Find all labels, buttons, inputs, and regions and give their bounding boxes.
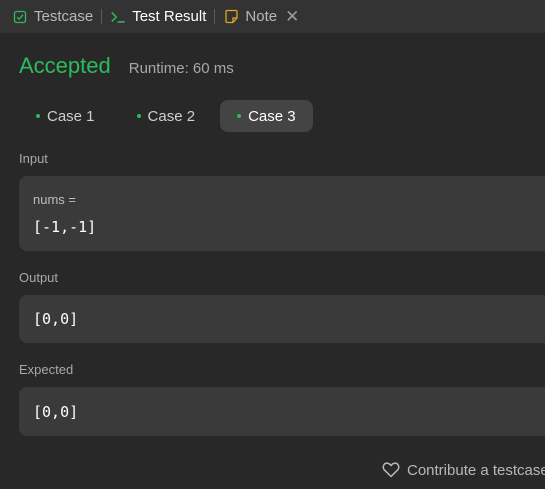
output-box: [0,0] — [19, 295, 545, 343]
case-tab-label: Case 1 — [47, 107, 95, 125]
case-status-dot — [36, 114, 40, 118]
input-var-name: nums = — [33, 192, 76, 207]
note-icon — [223, 9, 239, 25]
case-status-dot — [136, 114, 141, 118]
case-tab-3[interactable]: Case 3 — [220, 100, 313, 132]
heart-icon — [381, 460, 401, 480]
terminal-icon — [110, 9, 126, 25]
output-value: [0,0] — [33, 310, 79, 328]
contribute-testcase-link[interactable]: Contribute a testcase — [381, 460, 545, 480]
tab-divider — [101, 9, 103, 24]
case-tab-1[interactable]: Case 1 — [19, 100, 112, 132]
expected-label: Expected — [19, 362, 74, 377]
tab-divider — [214, 9, 216, 24]
tab-bar: Testcase Test Result Note ✕ — [0, 0, 545, 33]
result-summary: Accepted Runtime: 60 ms — [19, 53, 234, 79]
input-box[interactable]: nums = [-1,-1] — [19, 176, 545, 251]
case-tab-label: Case 3 — [248, 107, 296, 125]
tab-note-label: Note — [245, 8, 278, 25]
case-status-dot — [237, 114, 242, 118]
case-tab-label: Case 2 — [147, 107, 196, 125]
test-result-panel: Testcase Test Result Note ✕ Accepted Run… — [0, 0, 545, 489]
case-tabs: Case 1 Case 2 Case 3 — [19, 100, 321, 132]
tab-test-result[interactable]: Test Result — [110, 0, 206, 33]
tab-note[interactable]: Note — [223, 0, 277, 33]
input-value: [-1,-1] — [33, 218, 97, 236]
contribute-label: Contribute a testcase — [407, 461, 545, 479]
tab-testcase-label: Testcase — [34, 8, 94, 25]
output-label: Output — [19, 270, 59, 285]
close-icon[interactable]: ✕ — [285, 8, 299, 25]
tab-test-result-label: Test Result — [132, 8, 207, 25]
expected-value: [0,0] — [33, 403, 79, 421]
status-accepted: Accepted — [19, 53, 111, 78]
tab-testcase[interactable]: Testcase — [12, 0, 93, 33]
runtime-text: Runtime: 60 ms — [128, 60, 234, 77]
input-label: Input — [19, 151, 48, 166]
expected-box: [0,0] — [19, 387, 545, 436]
case-tab-2[interactable]: Case 2 — [120, 100, 213, 132]
checkbox-icon — [12, 9, 28, 25]
